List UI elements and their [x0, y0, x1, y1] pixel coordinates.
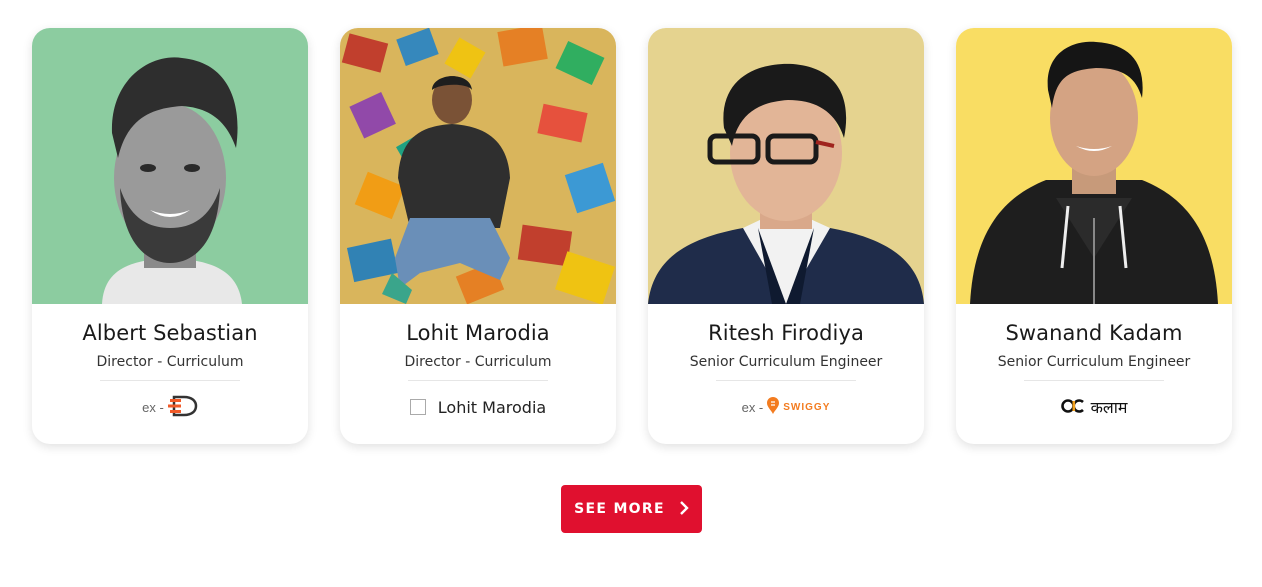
- company-row: ex -: [32, 393, 308, 421]
- instructor-photo: [956, 28, 1232, 304]
- swiggy-logo-icon: [767, 397, 780, 417]
- instructor-name: Lohit Marodia: [406, 321, 550, 345]
- ac-logo-icon: [1060, 398, 1087, 417]
- company-row: Lohit Marodia: [340, 393, 616, 421]
- instructor-photo: [32, 28, 308, 304]
- instructor-photo: [648, 28, 924, 304]
- instructor-name: Swanand Kadam: [1005, 321, 1183, 345]
- company-logo-alt-text: Lohit Marodia: [437, 397, 547, 417]
- company-row: कलाम: [956, 393, 1232, 421]
- chevron-right-icon: [679, 500, 689, 519]
- see-more-label: SEE MORE: [574, 501, 665, 517]
- divider: [100, 380, 240, 381]
- divider: [408, 380, 548, 381]
- divider: [1024, 380, 1164, 381]
- company-brand: कलाम: [1090, 400, 1128, 417]
- instructor-card[interactable]: Lohit Marodia Director - Curriculum Lohi…: [340, 28, 616, 444]
- instructor-card[interactable]: Albert Sebastian Director - Curriculum e…: [32, 28, 308, 444]
- instructor-cards: Albert Sebastian Director - Curriculum e…: [32, 28, 1232, 444]
- instructor-role: Senior Curriculum Engineer: [689, 354, 883, 370]
- instructor-card[interactable]: Swanand Kadam Senior Curriculum Engineer…: [956, 28, 1232, 444]
- instructor-role: Director - Curriculum: [96, 354, 244, 370]
- ex-label: ex -: [741, 399, 764, 415]
- see-more-button[interactable]: SEE MORE: [561, 485, 702, 533]
- company-brand: SWIGGY: [783, 401, 831, 413]
- instructor-name: Albert Sebastian: [82, 321, 258, 345]
- instructor-role: Director - Curriculum: [404, 354, 552, 370]
- company-row: ex - SWIGGY: [648, 393, 924, 421]
- divider: [716, 380, 856, 381]
- instructor-photo: [340, 28, 616, 304]
- lightning-e-logo-icon: [167, 395, 198, 420]
- instructor-name: Ritesh Firodiya: [708, 321, 864, 345]
- ex-label: ex -: [142, 399, 164, 415]
- broken-image-icon: [409, 399, 426, 415]
- instructor-card[interactable]: Ritesh Firodiya Senior Curriculum Engine…: [648, 28, 924, 444]
- instructor-role: Senior Curriculum Engineer: [997, 354, 1191, 370]
